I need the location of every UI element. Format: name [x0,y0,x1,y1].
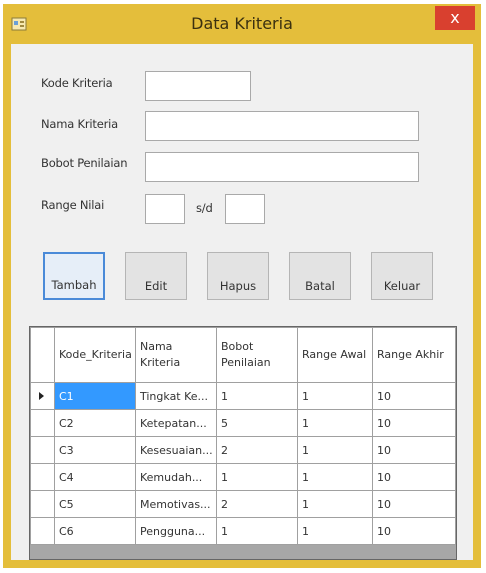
table-cell[interactable]: 2 [216,436,298,464]
table-cell[interactable]: Ketepatan... [135,409,217,437]
row-header[interactable] [30,490,55,518]
row-header[interactable] [30,436,55,464]
table-row[interactable]: C4 Kemudah... 1 1 10 [30,463,456,491]
close-button[interactable]: x [435,6,475,30]
bobot-penilaian-label: Bobot Penilaian [41,156,128,170]
range-awal-input[interactable] [145,194,185,224]
table-cell[interactable]: 1 [297,382,373,410]
row-header[interactable] [30,463,55,491]
range-separator-label: s/d [196,201,213,215]
column-header[interactable]: Range Awal [297,327,373,383]
title-bar[interactable]: Data Kriteria x [3,4,481,44]
table-cell[interactable]: 1 [297,436,373,464]
nama-kriteria-input[interactable] [145,111,419,141]
batal-button-label: Batal [305,279,335,293]
hapus-button[interactable]: Hapus [207,252,269,300]
table-cell[interactable]: C2 [54,409,136,437]
kriteria-table: Kode_Kriteria Nama Kriteria Bobot Penila… [30,327,456,545]
table-cell[interactable]: 5 [216,409,298,437]
table-cell[interactable]: C1 [54,382,136,410]
table-cell[interactable]: 2 [216,490,298,518]
close-icon: x [450,8,460,27]
table-cell[interactable]: 10 [372,463,456,491]
batal-button[interactable]: Batal [289,252,351,300]
form-client-area: Kode Kriteria Nama Kriteria Bobot Penila… [11,44,473,560]
table-cell[interactable]: Pengguna... [135,517,217,545]
table-cell[interactable]: C4 [54,463,136,491]
table-cell[interactable]: C5 [54,490,136,518]
row-header[interactable] [30,382,55,410]
column-header[interactable]: Bobot Penilaian [216,327,298,383]
tambah-button[interactable]: Tambah [43,252,105,300]
table-cell[interactable]: 10 [372,409,456,437]
column-header[interactable]: Kode_Kriteria [54,327,136,383]
kode-kriteria-label: Kode Kriteria [41,76,113,90]
table-header-row: Kode_Kriteria Nama Kriteria Bobot Penila… [30,327,456,383]
table-row[interactable]: C2 Ketepatan... 5 1 10 [30,409,456,437]
window-title: Data Kriteria [191,14,293,33]
table-cell[interactable]: 10 [372,382,456,410]
table-cell[interactable]: 10 [372,436,456,464]
table-cell[interactable]: 1 [216,382,298,410]
bobot-penilaian-input[interactable] [145,152,419,182]
table-cell[interactable]: 10 [372,490,456,518]
table-cell[interactable]: 1 [297,409,373,437]
table-cell[interactable]: C3 [54,436,136,464]
table-cell[interactable]: 1 [297,517,373,545]
kode-kriteria-input[interactable] [145,71,251,101]
table-cell[interactable]: 1 [297,490,373,518]
current-row-arrow-icon [39,391,44,400]
row-header[interactable] [30,409,55,437]
hapus-button-label: Hapus [219,279,257,293]
range-akhir-input[interactable] [225,194,265,224]
table-cell[interactable]: 1 [297,463,373,491]
table-row[interactable]: C5 Memotivas... 2 1 10 [30,490,456,518]
nama-kriteria-label: Nama Kriteria [41,117,118,131]
range-nilai-label: Range Nilai [41,198,105,212]
table-row[interactable]: C1 Tingkat Ke... 1 1 10 [30,382,456,410]
tambah-button-label: Tambah [51,278,97,292]
row-header[interactable] [30,517,55,545]
column-header[interactable]: Range Akhir [372,327,456,383]
table-cell[interactable]: 1 [216,517,298,545]
table-row[interactable]: C6 Pengguna... 1 1 10 [30,517,456,545]
table-cell[interactable]: C6 [54,517,136,545]
table-row[interactable]: C3 Kesesuaian... 2 1 10 [30,436,456,464]
table-cell[interactable]: Memotivas... [135,490,217,518]
kriteria-data-grid[interactable]: Kode_Kriteria Nama Kriteria Bobot Penila… [29,326,457,560]
table-cell[interactable]: Kemudah... [135,463,217,491]
keluar-button[interactable]: Keluar [371,252,433,300]
table-cell[interactable]: Kesesuaian... [135,436,217,464]
table-cell[interactable]: 1 [216,463,298,491]
keluar-button-label: Keluar [383,279,421,293]
edit-button-label: Edit [144,279,168,293]
edit-button[interactable]: Edit [125,252,187,300]
row-header-corner [30,327,55,383]
table-cell[interactable]: Tingkat Ke... [135,382,217,410]
column-header[interactable]: Nama Kriteria [135,327,217,383]
data-kriteria-window: Data Kriteria x Kode Kriteria Nama Krite… [3,4,481,568]
table-cell[interactable]: 10 [372,517,456,545]
